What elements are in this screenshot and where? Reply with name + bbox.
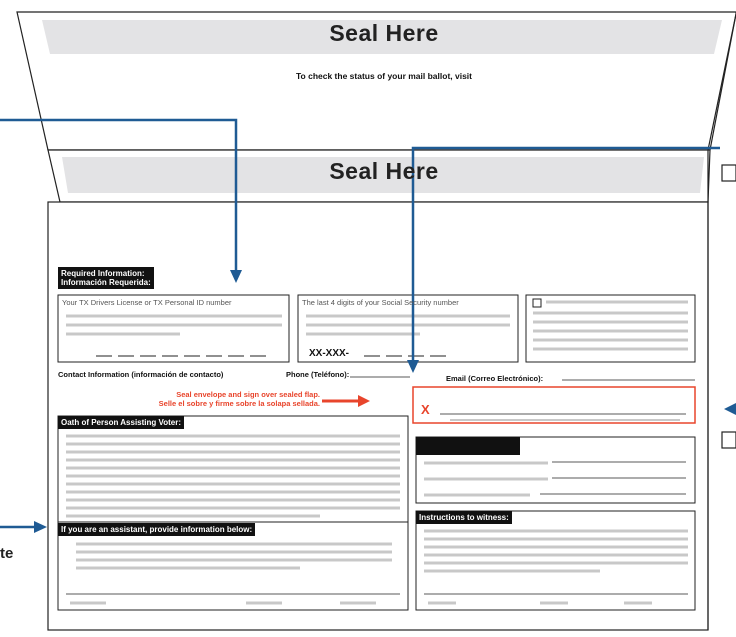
envelope-artwork bbox=[0, 11, 736, 631]
required-info-es: Información Requerida: bbox=[61, 278, 151, 287]
seal-instruction-es: Selle el sobre y firme sobre la solapa s… bbox=[158, 399, 320, 408]
phone-label: Phone (Teléfono): bbox=[286, 370, 350, 379]
right-checkbox-bottom bbox=[721, 431, 736, 449]
required-info-header: Required Information: Información Requer… bbox=[58, 267, 154, 289]
callout-arrowhead-assistant bbox=[34, 521, 47, 533]
id-box-title: Your TX Drivers License or TX Personal I… bbox=[62, 298, 232, 307]
callout-arrowhead-right bbox=[724, 403, 736, 415]
ballot-status-text: To check the status of your mail ballot,… bbox=[295, 71, 473, 81]
ssn-box-title: The last 4 digits of your Social Securit… bbox=[302, 298, 459, 307]
signature-box bbox=[412, 386, 696, 424]
required-info-en: Required Information: bbox=[61, 269, 145, 278]
witness-header-bar bbox=[416, 437, 520, 455]
no-id-checkbox bbox=[532, 298, 542, 308]
top-seal-label: Seal Here bbox=[329, 20, 439, 46]
contact-info-label: Contact Information (información de cont… bbox=[58, 370, 224, 379]
signature-x-mark: X bbox=[421, 402, 430, 417]
ballot-envelope-diagram: Seal Here To check the status of your ma… bbox=[0, 0, 736, 637]
inner-seal-label: Seal Here bbox=[329, 158, 439, 184]
email-label: Email (Correo Electrónico): bbox=[446, 374, 544, 383]
assistant-header: If you are an assistant, provide informa… bbox=[58, 523, 256, 536]
oath-header: Oath of Person Assisting Voter: bbox=[58, 416, 185, 429]
ssn-prefix: XX-XXX- bbox=[309, 348, 350, 359]
left-callout-fragment: te bbox=[0, 545, 14, 562]
seal-instruction-en: Seal envelope and sign over sealed flap. bbox=[176, 390, 320, 399]
witness-instructions-header: Instructions to witness: bbox=[416, 511, 512, 524]
